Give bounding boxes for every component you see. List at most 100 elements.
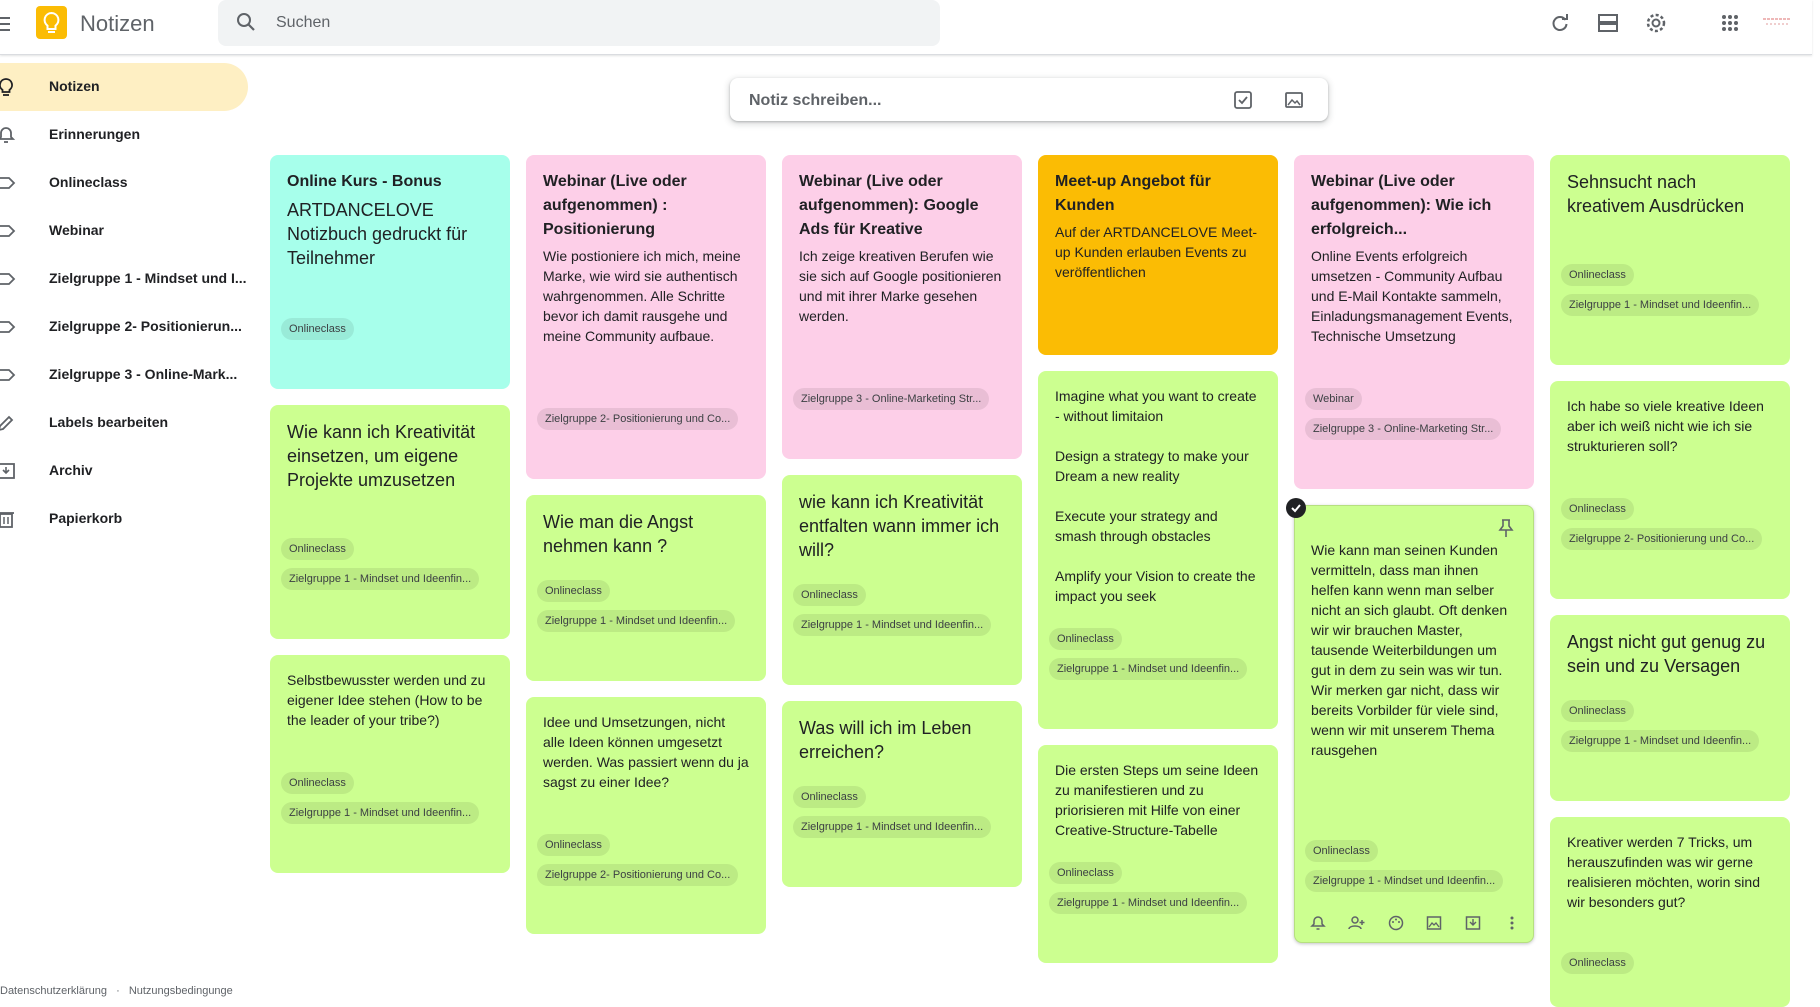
label-chip[interactable]: Zielgruppe 3 - Online-Marketing Str... <box>1305 418 1502 440</box>
note-text: Imagine what you want to create - withou… <box>1055 388 1257 604</box>
remind-me-icon[interactable] <box>1305 910 1331 936</box>
settings-gear-icon[interactable] <box>1636 8 1676 38</box>
label-chip[interactable]: Onlineclass <box>1561 264 1634 286</box>
note-card[interactable]: Selbstbewusster werden und zu eigener Id… <box>270 655 510 873</box>
search-icon[interactable] <box>236 12 256 37</box>
terms-link[interactable]: Nutzungsbedingunge <box>129 985 233 997</box>
sidebar-item-zielgruppe-2[interactable]: Zielgruppe 2- Positionierun... <box>0 303 248 351</box>
new-list-checkbox-icon[interactable] <box>1230 87 1256 113</box>
label-chip[interactable]: Zielgruppe 2- Positionierung und Co... <box>1561 528 1763 550</box>
sidebar-item-reminders[interactable]: Erinnerungen <box>0 111 248 159</box>
label-chip[interactable]: Onlineclass <box>537 834 610 856</box>
note-card-hovered[interactable]: Wie kann man seinen Kunden vermitteln, d… <box>1294 505 1534 943</box>
sidebar-item-label: Zielgruppe 1 - Mindset und I... <box>49 270 247 286</box>
label-chip[interactable]: Zielgruppe 1 - Mindset und Ideenfin... <box>1305 870 1504 892</box>
sidebar-item-archive[interactable]: Archiv <box>0 447 248 495</box>
label-chip[interactable]: Onlineclass <box>281 538 354 560</box>
sidebar-item-webinar[interactable]: Webinar <box>0 207 248 255</box>
archive-icon[interactable] <box>1460 910 1486 936</box>
palette-icon[interactable] <box>1383 910 1409 936</box>
label-chip[interactable]: Zielgruppe 1 - Mindset und Ideenfin... <box>1561 730 1760 752</box>
note-labels: Zielgruppe 2- Positionierung und Co... <box>537 408 739 438</box>
collaborator-icon[interactable] <box>1344 910 1370 936</box>
label-chip[interactable]: Zielgruppe 2- Positionierung und Co... <box>537 408 739 430</box>
sidebar-item-label: Labels bearbeiten <box>49 414 169 430</box>
note-card[interactable]: Webinar (Live oder aufgenommen): Google … <box>782 155 1022 459</box>
sidebar-item-notes[interactable]: Notizen <box>0 63 248 111</box>
note-card[interactable]: Die ersten Steps um seine Ideen zu manif… <box>1038 745 1278 963</box>
label-icon <box>0 269 16 289</box>
search-bar[interactable] <box>218 0 940 46</box>
trash-icon <box>0 509 16 529</box>
label-chip[interactable]: Zielgruppe 1 - Mindset und Ideenfin... <box>793 614 992 636</box>
note-labels: Onlineclass Zielgruppe 1 - Mindset und I… <box>1049 628 1248 688</box>
note-labels: Onlineclass <box>281 318 354 348</box>
sidebar-item-zielgruppe-3[interactable]: Zielgruppe 3 - Online-Mark... <box>0 351 248 399</box>
sidebar-item-label: Webinar <box>49 222 104 238</box>
label-chip[interactable]: Onlineclass <box>793 786 866 808</box>
note-title: Webinar (Live oder aufgenommen): Google … <box>799 173 979 238</box>
label-chip[interactable]: Onlineclass <box>281 772 354 794</box>
label-chip[interactable]: Onlineclass <box>1561 952 1634 974</box>
label-chip[interactable]: Onlineclass <box>1561 498 1634 520</box>
label-chip[interactable]: Zielgruppe 3 - Online-Marketing Str... <box>793 388 990 410</box>
new-image-note-icon[interactable] <box>1281 87 1307 113</box>
label-chip[interactable]: Zielgruppe 1 - Mindset und Ideenfin... <box>793 816 992 838</box>
note-card[interactable]: wie kann ich Kreativität entfalten wann … <box>782 475 1022 685</box>
footer: Datenschutzerklärung · Nutzungsbedingung… <box>0 985 233 997</box>
sidebar-item-edit-labels[interactable]: Labels bearbeiten <box>0 399 248 447</box>
lightbulb-icon <box>0 77 16 97</box>
label-chip[interactable]: Onlineclass <box>1049 628 1122 650</box>
privacy-link[interactable]: Datenschutzerklärung <box>0 985 107 997</box>
label-chip[interactable]: Onlineclass <box>1305 840 1378 862</box>
note-card[interactable]: Kreativer werden 7 Tricks, um herauszufi… <box>1550 817 1790 1007</box>
more-options-icon[interactable] <box>1499 910 1525 936</box>
label-chip[interactable]: Onlineclass <box>281 318 354 340</box>
keep-logo-icon[interactable] <box>36 6 67 39</box>
select-note-check-icon[interactable] <box>1286 498 1306 518</box>
sidebar-item-label: Papierkorb <box>49 510 123 526</box>
label-chip[interactable]: Zielgruppe 1 - Mindset und Ideenfin... <box>281 802 480 824</box>
note-text: Wie postioniere ich mich, meine Marke, w… <box>543 248 741 344</box>
take-note-bar[interactable] <box>730 78 1328 123</box>
label-chip[interactable]: Webinar <box>1305 388 1362 410</box>
search-input[interactable] <box>274 0 918 46</box>
list-view-icon[interactable] <box>1588 8 1628 38</box>
pin-icon[interactable] <box>1497 518 1515 543</box>
label-chip[interactable]: Onlineclass <box>537 580 610 602</box>
note-card[interactable]: Ich habe so viele kreative Ideen aber ic… <box>1550 381 1790 599</box>
take-note-input[interactable] <box>747 78 1211 123</box>
note-card[interactable]: Imagine what you want to create - withou… <box>1038 371 1278 729</box>
note-card[interactable]: Webinar (Live oder aufgenommen) : Positi… <box>526 155 766 479</box>
note-card[interactable]: Wie kann ich Kreativität einsetzen, um e… <box>270 405 510 639</box>
note-card[interactable]: Wie man die Angst nehmen kann ? Onlinecl… <box>526 495 766 681</box>
note-card[interactable]: Angst nicht gut genug zu sein und zu Ver… <box>1550 615 1790 801</box>
label-chip[interactable]: Onlineclass <box>1561 700 1634 722</box>
note-card[interactable]: Meet-up Angebot für Kunden Auf der ARTDA… <box>1038 155 1278 355</box>
account-avatar[interactable] <box>1762 14 1792 30</box>
label-chip[interactable]: Zielgruppe 1 - Mindset und Ideenfin... <box>1561 294 1760 316</box>
main-menu-icon[interactable] <box>0 14 14 34</box>
add-image-icon[interactable] <box>1421 910 1447 936</box>
note-card[interactable]: Was will ich im Leben erreichen? Onlinec… <box>782 701 1022 887</box>
label-chip[interactable]: Zielgruppe 1 - Mindset und Ideenfin... <box>537 610 736 632</box>
note-text: Idee und Umsetzungen, nicht alle Ideen k… <box>543 714 749 790</box>
label-chip[interactable]: Zielgruppe 1 - Mindset und Ideenfin... <box>1049 658 1248 680</box>
note-text: wie kann ich Kreativität entfalten wann … <box>799 492 1000 560</box>
label-chip[interactable]: Zielgruppe 2- Positionierung und Co... <box>537 864 739 886</box>
refresh-icon[interactable] <box>1540 8 1580 38</box>
note-card[interactable]: Online Kurs - Bonus ARTDANCELOVE Notizbu… <box>270 155 510 389</box>
note-card[interactable]: Webinar (Live oder aufgenommen): Wie ich… <box>1294 155 1534 489</box>
sidebar-item-trash[interactable]: Papierkorb <box>0 495 248 543</box>
note-card[interactable]: Idee und Umsetzungen, nicht alle Ideen k… <box>526 697 766 934</box>
apps-grid-icon[interactable] <box>1710 8 1750 38</box>
label-chip[interactable]: Zielgruppe 1 - Mindset und Ideenfin... <box>281 568 480 590</box>
sidebar-item-onlineclass[interactable]: Onlineclass <box>0 159 248 207</box>
app-title[interactable]: Notizen <box>80 11 155 37</box>
sidebar-item-zielgruppe-1[interactable]: Zielgruppe 1 - Mindset und I... <box>0 255 248 303</box>
sidebar-item-label: Erinnerungen <box>49 126 141 142</box>
note-card[interactable]: Sehnsucht nach kreativem Ausdrücken Onli… <box>1550 155 1790 365</box>
label-chip[interactable]: Onlineclass <box>1049 862 1122 884</box>
label-chip[interactable]: Zielgruppe 1 - Mindset und Ideenfin... <box>1049 892 1248 914</box>
label-chip[interactable]: Onlineclass <box>793 584 866 606</box>
